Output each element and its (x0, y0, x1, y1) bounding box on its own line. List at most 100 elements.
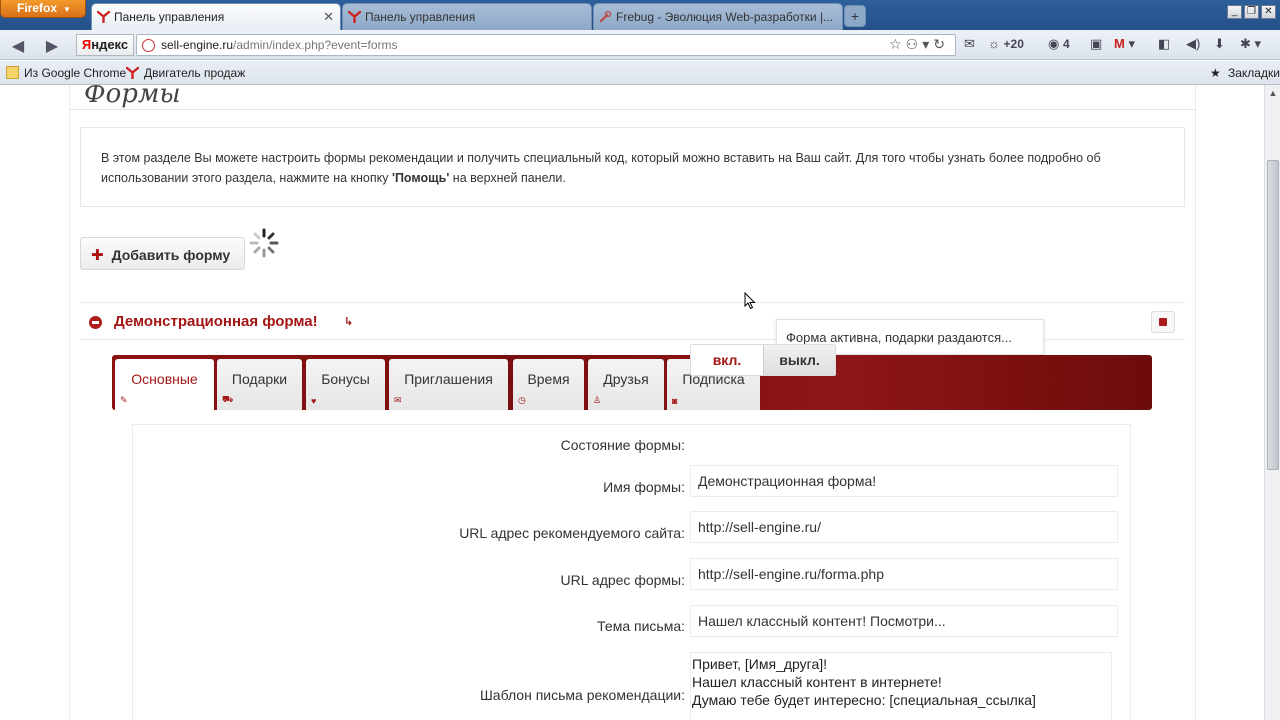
gmail-icon[interactable]: M ▾ (1114, 36, 1135, 54)
tab-title: Frebug - Эволюция Web-разработки |... (616, 10, 834, 24)
mailbox-icon: ◙ (672, 396, 678, 406)
bookmarks-menu-label: Закладки (1228, 66, 1280, 80)
plus-icon: ✚ (91, 247, 104, 264)
user-icon: ♙ (593, 395, 602, 405)
template-line: Думаю тебе будет интересно: [специальная… (692, 692, 1036, 708)
heart-icon: ♥ (311, 396, 317, 406)
weather-value: +20 (1003, 37, 1024, 51)
yandex-search-button[interactable]: Яндекс (76, 34, 134, 56)
new-tab-button[interactable]: + (844, 5, 866, 27)
back-icon[interactable]: ◀ (8, 36, 28, 55)
close-window-icon[interactable]: ✕ (1261, 5, 1276, 19)
state-label: Состояние формы: (560, 437, 685, 453)
wrench-icon: ✎ (120, 395, 128, 405)
yandex-logo-text: ндекс (91, 37, 129, 52)
tab-label: Подарки (231, 371, 288, 387)
info-box: В этом разделе Вы можете настроить формы… (80, 127, 1185, 207)
form-tabs: Основные ✎ Подарки ⛟ Бонусы ♥ Приглашения ✉ … (112, 355, 1152, 410)
form-url-input[interactable]: http://sell-engine.ru/forma.php (690, 558, 1118, 590)
info-text-line-2: использовании этого раздела, нажмите на … (101, 171, 392, 185)
settings-gear-icon[interactable]: ✱ ▾ (1240, 36, 1261, 54)
notification-icon[interactable]: ◉ 4 (1048, 36, 1070, 54)
template-line: Нашел классный контент в интернете! (692, 674, 942, 690)
download-icon[interactable]: ⬇ (1214, 36, 1225, 54)
info-help-term: 'Помощь' (391, 171, 450, 185)
state-toggle[interactable]: вкл. выкл. (690, 344, 836, 376)
wrench-icon (599, 10, 612, 23)
reload-icon[interactable]: ↻ (933, 36, 949, 52)
firefox-label: Firefox (17, 1, 58, 15)
puzzle-icon[interactable]: ◧ (1158, 36, 1170, 54)
form-name-input[interactable]: Демонстрационная форма! (690, 465, 1118, 497)
star-icon: ★ (1210, 66, 1221, 80)
tab-main[interactable]: Основные ✎ (115, 359, 214, 410)
sell-engine-icon (348, 10, 361, 23)
link-icon[interactable]: ↳ (344, 315, 353, 328)
weather-icon[interactable]: ☼ +20 (988, 36, 1024, 54)
folder-icon (6, 66, 19, 79)
state-off-button[interactable]: выкл. (763, 345, 835, 375)
mail-icon[interactable]: ✉ (964, 36, 975, 54)
info-text-line-3: на верхней панели. (449, 171, 566, 185)
maximize-icon[interactable]: ❐ (1244, 5, 1259, 19)
tab-label: Основные (131, 371, 198, 387)
tab-title: Панель управления (365, 10, 476, 24)
page-title: Формы (84, 85, 181, 109)
site-url-input[interactable]: http://sell-engine.ru/ (690, 511, 1118, 543)
state-on-button[interactable]: вкл. (691, 345, 763, 375)
bookmark-star-icon[interactable]: ☆ (889, 36, 906, 52)
bookmark-label: Из Google Chrome (24, 66, 127, 80)
browser-tab-1[interactable]: Панель управления ✕ (91, 3, 341, 30)
save-icon[interactable] (1151, 311, 1175, 333)
mouse-cursor-icon (744, 292, 756, 310)
tab-label: Друзья (603, 371, 649, 387)
window-controls: _ ❐ ✕ (1225, 2, 1276, 19)
tab-bonuses[interactable]: Бонусы ♥ (306, 359, 385, 410)
bookmark-item-engine[interactable]: Двигатель продаж (124, 66, 245, 80)
bookmark-label: Двигатель продаж (144, 66, 246, 80)
scroll-up-icon[interactable]: ▲ (1265, 85, 1280, 102)
envelope-icon: ✉ (394, 395, 402, 405)
url-path: /admin/index.php?event=forms (233, 38, 398, 52)
clock-icon: ◷ (518, 395, 526, 405)
firefox-menu-button[interactable]: Firefox ▼ (0, 0, 86, 18)
loading-spinner-icon (249, 228, 279, 258)
template-textarea[interactable]: Привет, [Имя_друга]! Нашел классный конт… (690, 652, 1112, 720)
minimize-icon[interactable]: _ (1227, 5, 1242, 19)
divider (1195, 85, 1196, 720)
url-text[interactable]: sell-engine.ru/admin/index.php?event=for… (161, 38, 397, 52)
tab-gifts[interactable]: Подарки ⛟ (217, 359, 302, 410)
browser-tab-3[interactable]: Frebug - Эволюция Web-разработки |... (593, 3, 843, 30)
scrollbar-thumb[interactable] (1267, 160, 1279, 470)
speaker-icon[interactable]: ◀) (1186, 36, 1200, 54)
name-label: Имя формы: (603, 479, 685, 495)
form-section-title: Демонстрационная форма! (114, 313, 318, 330)
close-icon[interactable]: ✕ (323, 9, 334, 25)
add-form-label: Добавить форму (111, 247, 231, 263)
addon-icon[interactable]: ▣ (1090, 36, 1102, 54)
forward-icon[interactable]: ▶ (42, 36, 62, 55)
site-identity-icon[interactable] (142, 39, 155, 52)
chevron-down-icon: ▼ (63, 5, 71, 14)
bookmarks-menu[interactable]: ★ Закладки (1208, 66, 1280, 80)
url-bar-tools: ☆⚇▾↻ (889, 36, 949, 53)
dropdown-icon[interactable]: ▾ (922, 36, 933, 52)
divider (69, 85, 70, 720)
add-form-button[interactable]: ✚ Добавить форму (80, 237, 245, 270)
sell-engine-icon (97, 10, 110, 23)
tab-friends[interactable]: Друзья ♙ (588, 359, 664, 410)
tab-title: Панель управления (114, 10, 225, 24)
browser-tab-2[interactable]: Панель управления (342, 3, 592, 30)
page-content: Формы В этом разделе Вы можете настроить… (0, 85, 1264, 720)
vertical-scrollbar[interactable]: ▲ (1264, 85, 1280, 720)
tab-time[interactable]: Время ◷ (513, 359, 584, 410)
collapse-icon[interactable] (89, 316, 102, 329)
tab-label: Бонусы (321, 371, 370, 387)
subject-label: Тема письма: (597, 618, 685, 634)
subject-input[interactable]: Нашел классный контент! Посмотри... (690, 605, 1118, 637)
bookmark-item-chrome[interactable]: Из Google Chrome (4, 66, 126, 80)
url-bar[interactable]: sell-engine.ru/admin/index.php?event=for… (136, 34, 956, 56)
yandex-logo-letter: Я (81, 37, 92, 52)
tab-invitations[interactable]: Приглашения ✉ (389, 359, 508, 410)
reader-glasses-icon[interactable]: ⚇ (906, 36, 923, 52)
